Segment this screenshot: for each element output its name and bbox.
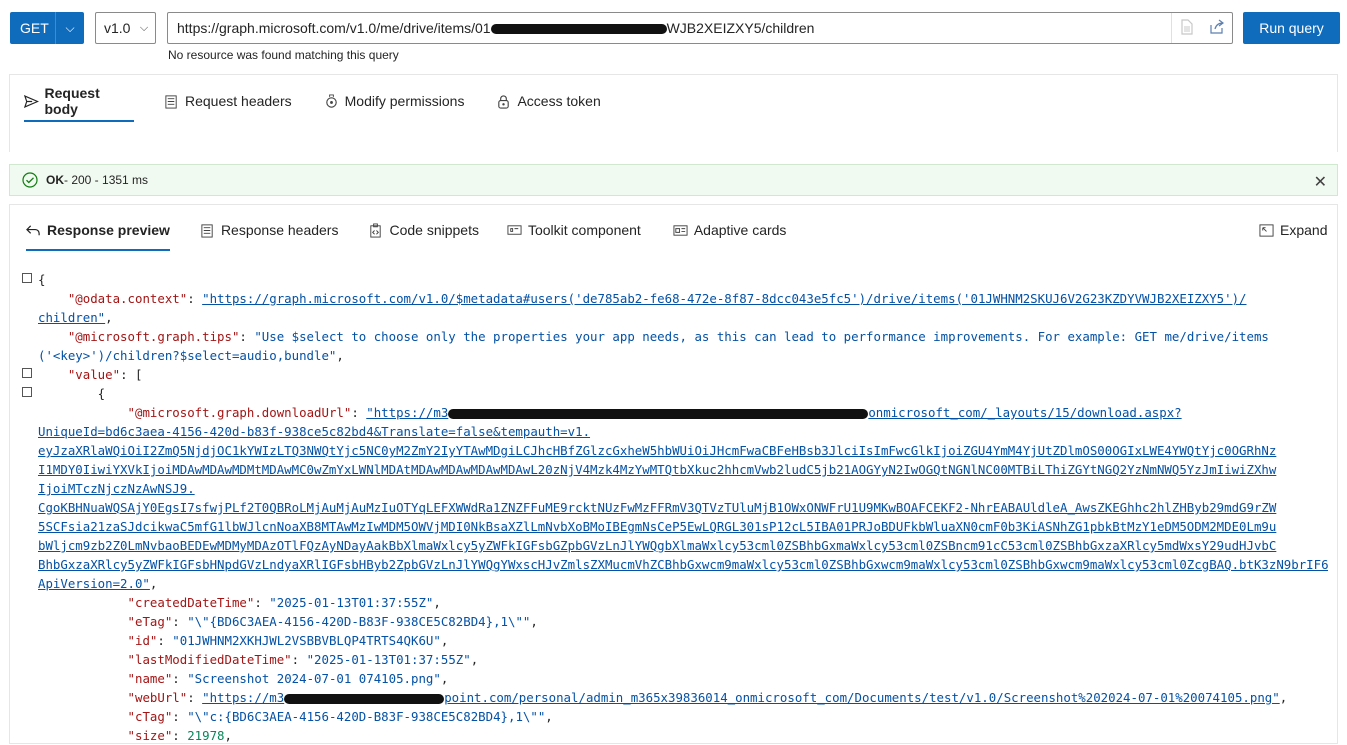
run-query-button[interactable]: Run query	[1243, 12, 1340, 44]
redaction-mark	[490, 24, 667, 35]
odata-context-link[interactable]: children"	[38, 310, 105, 325]
permissions-icon	[325, 93, 337, 108]
url-suffix: WJB2XEIZXY5/children	[666, 20, 815, 36]
fold-toggle[interactable]	[22, 387, 32, 397]
headers-icon	[165, 94, 177, 109]
code-line: bWljcm9zb2Z0LmNvbaoBEDEwMDMyMDAzOTlFQzAy…	[38, 536, 1328, 555]
api-version-dropdown[interactable]: v1.0 ⌵	[95, 12, 156, 44]
download-url-link[interactable]: "https://m3 onmicrosoft_com/_layouts/15/d…	[366, 405, 1181, 420]
code-line: "@odata.context": "https://graph.microso…	[67, 291, 1247, 306]
code-line: ('<key>')/children?$select=audio,bundle"…	[38, 348, 344, 363]
document-icon[interactable]	[1180, 18, 1194, 38]
download-url-link[interactable]: UniqueId=bd6c3aea-4156-420d-b83f-938ce5c…	[38, 424, 590, 439]
download-url-link[interactable]: ApiVersion=2.0"	[38, 576, 150, 591]
code-line: I1MDY0IiwiYXVkIjoiMDAwMDAwMDMtMDAwMC0wZm…	[38, 460, 1328, 479]
fold-toggle[interactable]	[22, 273, 32, 283]
download-url-link[interactable]: BhbGxzaXRlcy5yZWFkIGFsbHNpdGVzLndyaXRlIG…	[38, 557, 1328, 572]
code-line: CgoKBHNuaWQSAjY0EgsI7sfwjPLf2T0QBRoLMjAu…	[38, 498, 1328, 517]
download-url-link[interactable]: I1MDY0IiwiYXVkIjoiMDAwMDAwMDMtMDAwMC0wZm…	[38, 462, 1276, 477]
code-line: "id": "01JWHNM2XKHJWL2VSBBVBLQP4TRTS4QK6…	[127, 633, 449, 648]
download-url-link[interactable]: IjoiMTczNjczNzAwNSJ9.	[38, 481, 195, 496]
odata-context-link[interactable]: "https://graph.microsoft.com/v1.0/$metad…	[202, 291, 1246, 306]
lock-icon	[498, 94, 510, 109]
code-line: {	[38, 272, 46, 287]
code-line: BhbGxzaXRlcy5yZWFkIGFsbHNpdGVzLndyaXRlIG…	[38, 555, 1328, 574]
code-line: "cTag": "\"c:{BD6C3AEA-4156-420D-B83F-93…	[127, 709, 553, 724]
fold-toggle[interactable]	[22, 368, 32, 378]
code-line: eyJzaXRlaWQiOiI2ZmQ5NjdjOC1kYWIzLTQ3NWQt…	[38, 441, 1328, 460]
undo-arrow-icon	[26, 224, 40, 235]
close-icon[interactable]: ✕	[1314, 172, 1327, 192]
code-line: "eTag": "\"{BD6C3AEA-4156-420D-B83F-938C…	[127, 614, 538, 629]
card-icon	[673, 224, 688, 236]
status-ok: OK	[46, 173, 64, 187]
expand-button[interactable]: Expand	[1259, 222, 1327, 238]
api-version-label: v1.0	[104, 20, 131, 36]
send-icon	[24, 94, 39, 108]
tab-request-headers[interactable]: Request headers	[164, 86, 292, 116]
response-json: { "@odata.context": "https://graph.micro…	[38, 270, 1328, 745]
download-url-link[interactable]: eyJzaXRlaWQiOiI2ZmQ5NjdjOC1kYWIzLTQ3NWQt…	[38, 443, 1276, 458]
code-line: "value": [	[67, 367, 143, 382]
code-snippet-icon	[370, 222, 382, 238]
query-hint: No resource was found matching this quer…	[168, 48, 399, 62]
code-line: ApiVersion=2.0",	[38, 576, 158, 591]
checkmark-circle-icon	[22, 172, 38, 188]
download-url-link[interactable]: bWljcm9zb2Z0LmNvbaoBEDEwMDMyMDAzOTlFQzAy…	[38, 538, 1276, 553]
tab-response-headers[interactable]: Response headers	[200, 215, 338, 245]
tab-toolkit-component[interactable]: Toolkit component	[507, 215, 641, 245]
code-line: "lastModifiedDateTime": "2025-01-13T01:3…	[127, 652, 479, 667]
tab-code-snippets[interactable]: Code snippets	[368, 215, 479, 245]
share-icon[interactable]	[1209, 19, 1225, 38]
tab-adaptive-cards[interactable]: Adaptive cards	[673, 215, 786, 245]
code-line: IjoiMTczNjczNzAwNSJ9.	[38, 479, 1328, 498]
redaction-mark	[448, 408, 869, 419]
code-line: "name": "Screenshot 2024-07-01 074105.pn…	[127, 671, 449, 686]
tab-modify-permissions[interactable]: Modify permissions	[324, 86, 464, 116]
code-line: "@microsoft.graph.tips": "Use $select to…	[67, 329, 1269, 344]
download-url-link[interactable]: CgoKBHNuaWQSAjY0EgsI7sfwjPLf2T0QBRoLMjAu…	[38, 500, 1276, 515]
query-url-input[interactable]: https://graph.microsoft.com/v1.0/me/driv…	[167, 12, 1233, 44]
code-line: 5SCFsia21zaSJdcikwaC5mfG1lbWJlcnNoaXB8MT…	[38, 517, 1328, 536]
chevron-down-icon: ⌵	[139, 21, 149, 34]
code-line: "size": 21978,	[127, 728, 232, 743]
http-method-dropdown[interactable]: GET ⌵	[10, 12, 84, 44]
status-detail: - 200 - 1351 ms	[64, 173, 149, 187]
toolkit-icon	[507, 224, 522, 235]
status-bar: OK - 200 - 1351 ms ✕	[9, 164, 1338, 196]
code-line: "@microsoft.graph.downloadUrl": "https:/…	[127, 405, 1182, 420]
code-line: children",	[38, 310, 113, 325]
chevron-down-icon: ⌵	[65, 20, 75, 35]
redaction-mark	[284, 693, 445, 704]
request-tabs: Request body Request headers Modify perm…	[24, 85, 601, 122]
code-line: "webUrl": "https://m3 point.com/personal/…	[127, 690, 1288, 705]
code-line: "createdDateTime": "2025-01-13T01:37:55Z…	[127, 595, 441, 610]
http-method-label: GET	[20, 20, 49, 36]
tab-request-body[interactable]: Request body	[24, 85, 134, 122]
response-tabs: Response preview Response headers Code s…	[26, 215, 786, 251]
url-prefix: https://graph.microsoft.com/v1.0/me/driv…	[177, 20, 491, 36]
code-line: UniqueId=bd6c3aea-4156-420d-b83f-938ce5c…	[38, 422, 1328, 441]
expand-icon	[1259, 223, 1274, 237]
tab-access-token[interactable]: Access token	[496, 86, 601, 116]
web-url-link[interactable]: "https://m3 point.com/personal/admin_m365…	[202, 690, 1280, 705]
tab-response-preview[interactable]: Response preview	[26, 215, 170, 251]
headers-icon	[201, 223, 213, 238]
code-line: {	[38, 386, 106, 401]
download-url-link[interactable]: 5SCFsia21zaSJdcikwaC5mfG1lbWJlcnNoaXB8MT…	[38, 519, 1276, 534]
